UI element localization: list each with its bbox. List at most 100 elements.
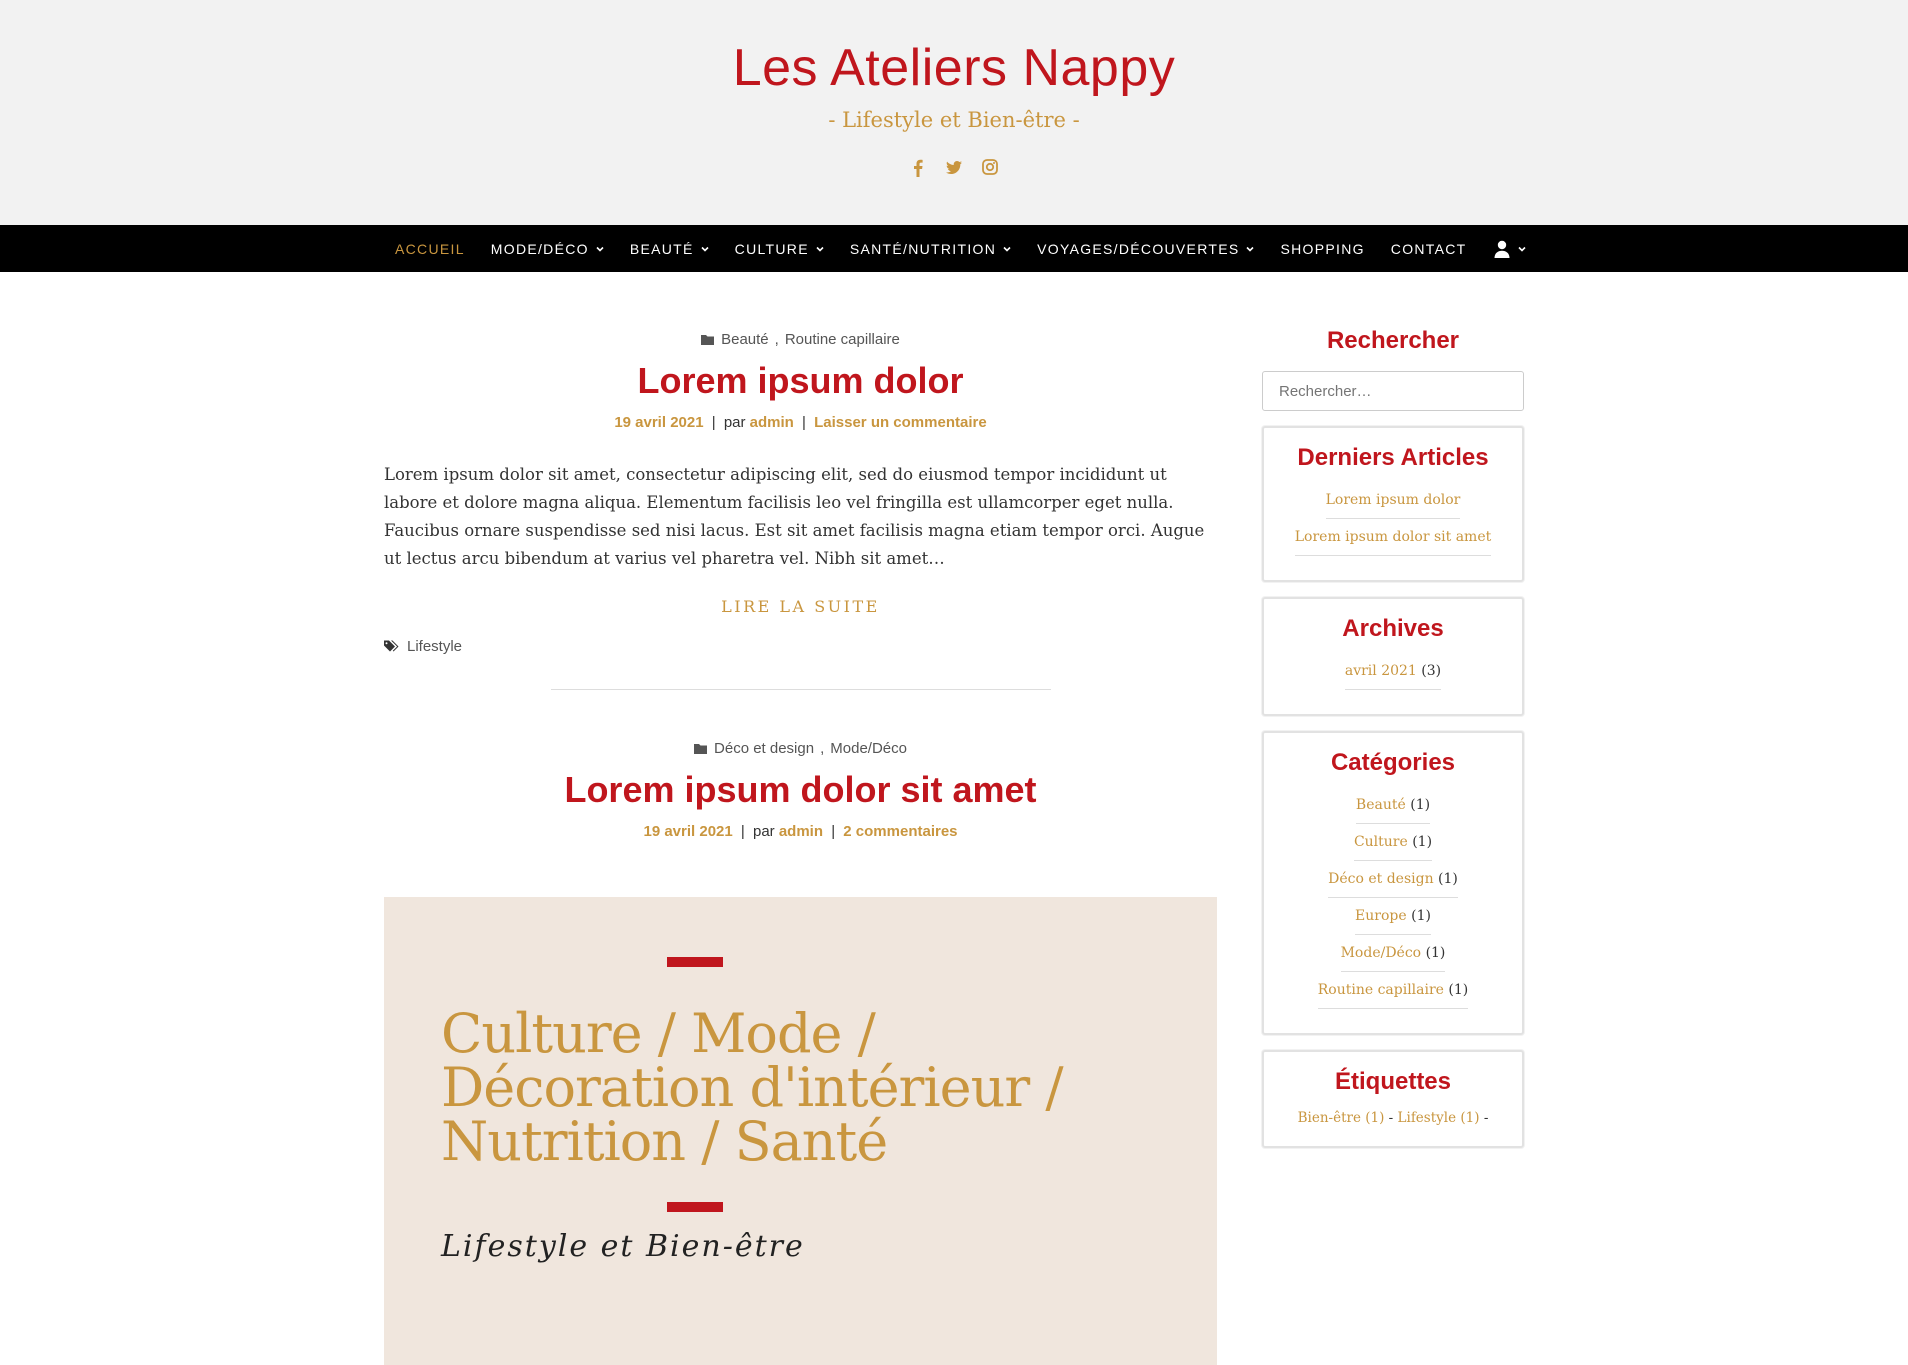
widget-title: Étiquettes — [1334, 1068, 1451, 1095]
post-title[interactable]: Lorem ipsum dolor — [384, 360, 1217, 402]
search-field[interactable] — [1262, 371, 1524, 411]
nav-label: SANTÉ/NUTRITION — [849, 240, 997, 257]
tag-link[interactable]: Lifestyle — [407, 638, 462, 655]
meta-separator: | — [711, 414, 716, 431]
nav-item-beaute[interactable]: BEAUTÉ — [630, 225, 709, 272]
nav-item-mode-deco[interactable]: MODE/DÉCO — [491, 225, 604, 272]
recent-post-item: Lorem ipsum dolor — [1325, 486, 1461, 519]
post-title[interactable]: Lorem ipsum dolor sit amet — [384, 769, 1217, 811]
featured-line: Décoration d'intérieur / — [441, 1056, 1064, 1119]
social-links — [0, 157, 1908, 177]
widget-title: Catégories — [1330, 749, 1456, 776]
post-featured-image[interactable]: Culture / Mode / Décoration d'intérieur … — [384, 897, 1217, 1365]
twitter-icon[interactable] — [945, 157, 963, 177]
category-separator: , — [774, 331, 779, 348]
read-more-link[interactable]: LIRE LA SUITE — [384, 597, 1217, 616]
chevron-down-icon — [816, 245, 824, 253]
recent-post-item: Lorem ipsum dolor sit amet — [1294, 523, 1492, 556]
site-title[interactable]: Les Ateliers Nappy — [0, 38, 1908, 98]
tag-separator: - — [1388, 1110, 1394, 1126]
nav-item-sante-nutrition[interactable]: SANTÉ/NUTRITION — [850, 225, 1011, 272]
tag-link[interactable]: Lifestyle (1) — [1398, 1110, 1480, 1126]
post-excerpt: Lorem ipsum dolor sit amet, consectetur … — [384, 465, 1205, 568]
post-article: Déco et design, Mode/Déco Lorem ipsum do… — [384, 740, 1217, 840]
instagram-icon[interactable] — [981, 157, 999, 177]
post-author[interactable]: admin — [750, 414, 794, 431]
meta-separator: | — [740, 823, 745, 840]
nav-label: VOYAGES/DÉCOUVERTES — [1037, 240, 1240, 257]
list-item: Lorem ipsum dolor — [1264, 486, 1522, 523]
post-date[interactable]: 19 avril 2021 — [614, 414, 703, 431]
category-link[interactable]: Routine capillaire — [785, 331, 900, 348]
categories-list: Beauté (1) Culture (1) Déco et design (1… — [1264, 791, 1522, 1013]
chevron-down-icon — [1246, 245, 1255, 253]
recent-post-link[interactable]: Lorem ipsum dolor sit amet — [1295, 529, 1492, 545]
category-link[interactable]: Beauté — [1356, 797, 1406, 813]
featured-line: Culture / Mode / — [441, 1002, 876, 1065]
list-item: Europe (1) — [1264, 902, 1522, 939]
category-link[interactable]: Déco et design — [1328, 871, 1433, 887]
nav-item-shopping[interactable]: SHOPPING — [1280, 225, 1364, 272]
post-categories: Déco et design, Mode/Déco — [384, 740, 1217, 757]
search-widget: Rechercher — [1262, 272, 1524, 411]
category-item: Culture (1) — [1353, 828, 1433, 861]
archive-link[interactable]: avril 2021 — [1345, 663, 1417, 679]
category-count: (1) — [1410, 797, 1431, 813]
folder-icon — [694, 743, 708, 755]
nav-item-contact[interactable]: CONTACT — [1391, 225, 1467, 272]
tags-icon — [384, 640, 399, 653]
featured-line: Nutrition / Santé — [441, 1110, 888, 1173]
category-link[interactable]: Mode/Déco — [1341, 945, 1422, 961]
post-by: par — [752, 823, 775, 840]
recent-posts-widget: Derniers Articles Lorem ipsum dolor Lore… — [1262, 426, 1524, 582]
category-count: (1) — [1412, 834, 1433, 850]
chevron-down-icon — [1003, 245, 1011, 253]
tag-link[interactable]: Bien-être (1) — [1298, 1110, 1385, 1126]
widget-title: Rechercher — [1326, 327, 1460, 354]
category-item: Beauté (1) — [1355, 791, 1431, 824]
facebook-icon[interactable] — [909, 157, 927, 177]
decorative-bar — [667, 957, 723, 967]
category-link[interactable]: Routine capillaire — [1318, 982, 1444, 998]
site-tagline: - Lifestyle et Bien-être - — [828, 108, 1080, 132]
category-link[interactable]: Culture — [1354, 834, 1408, 850]
post-tags: Lifestyle — [384, 638, 1217, 655]
decorative-bar — [667, 1202, 723, 1212]
category-link[interactable]: Mode/Déco — [830, 740, 907, 757]
tag-cloud: Bien-être (1) - Lifestyle (1) - — [1264, 1110, 1522, 1126]
category-count: (1) — [1425, 945, 1446, 961]
sidebar: Rechercher Derniers Articles Lorem ipsum… — [1262, 272, 1524, 1148]
widget-title: Archives — [1342, 615, 1444, 642]
post-meta: 19 avril 2021 | par admin | Laisser un c… — [384, 414, 1217, 431]
recent-post-link[interactable]: Lorem ipsum dolor — [1326, 492, 1461, 508]
nav-label: ACCUEIL — [395, 240, 465, 257]
post-comments-link[interactable]: 2 commentaires — [843, 823, 957, 840]
post-comments-link[interactable]: Laisser un commentaire — [814, 414, 987, 431]
recent-posts-list: Lorem ipsum dolor Lorem ipsum dolor sit … — [1264, 486, 1522, 560]
post-article: Beauté, Routine capillaire Lorem ipsum d… — [384, 272, 1217, 690]
archive-count: (3) — [1421, 663, 1442, 679]
tags-widget: Étiquettes Bien-être (1) - Lifestyle (1)… — [1262, 1050, 1524, 1148]
nav-item-culture[interactable]: CULTURE — [735, 225, 824, 272]
main-navigation: ACCUEIL MODE/DÉCO BEAUTÉ CULTURE SANTÉ/N… — [0, 225, 1908, 272]
folder-icon — [701, 334, 715, 346]
list-item: Routine capillaire (1) — [1264, 976, 1522, 1013]
main-content: Beauté, Routine capillaire Lorem ipsum d… — [384, 272, 1217, 840]
nav-label: SHOPPING — [1280, 240, 1365, 257]
post-by: par — [723, 414, 746, 431]
category-item: Routine capillaire (1) — [1317, 976, 1469, 1009]
nav-label: CONTACT — [1390, 240, 1467, 257]
search-input[interactable] — [1279, 382, 1507, 400]
post-author[interactable]: admin — [779, 823, 823, 840]
category-link[interactable]: Beauté — [721, 331, 769, 348]
nav-item-voyages-decouvertes[interactable]: VOYAGES/DÉCOUVERTES — [1037, 225, 1255, 272]
nav-item-accueil[interactable]: ACCUEIL — [395, 225, 465, 272]
post-date[interactable]: 19 avril 2021 — [643, 823, 732, 840]
user-icon — [1493, 239, 1511, 259]
nav-user-menu[interactable] — [1493, 225, 1526, 272]
category-item: Déco et design (1) — [1328, 865, 1458, 898]
post-meta: 19 avril 2021 | par admin | 2 commentair… — [384, 823, 1217, 840]
category-link[interactable]: Déco et design — [714, 740, 814, 757]
category-link[interactable]: Europe — [1355, 908, 1407, 924]
meta-separator: | — [831, 823, 836, 840]
